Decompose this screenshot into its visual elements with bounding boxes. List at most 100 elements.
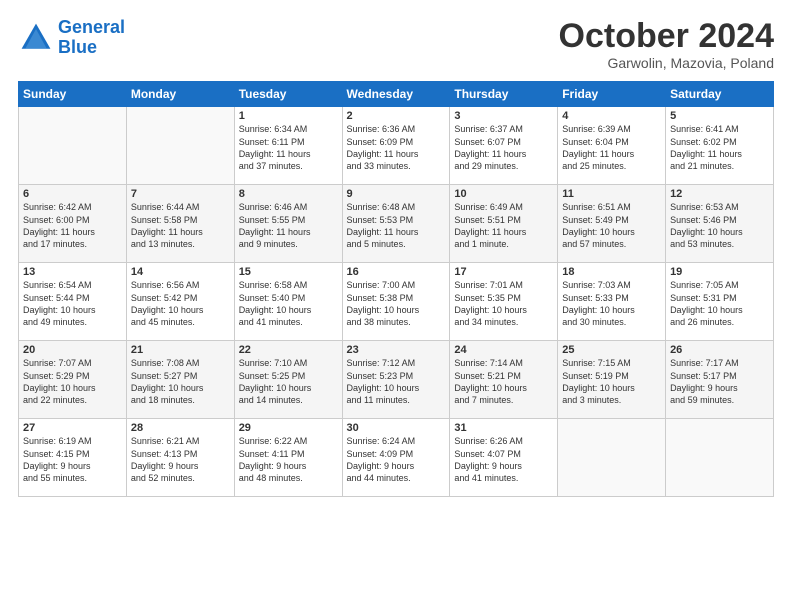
calendar-cell: 19Sunrise: 7:05 AM Sunset: 5:31 PM Dayli…	[666, 263, 774, 341]
weekday-header: Saturday	[666, 82, 774, 107]
calendar-week-row: 20Sunrise: 7:07 AM Sunset: 5:29 PM Dayli…	[19, 341, 774, 419]
logo-line2: Blue	[58, 37, 97, 57]
title-block: October 2024 Garwolin, Mazovia, Poland	[559, 18, 774, 71]
cell-content: Sunrise: 7:10 AM Sunset: 5:25 PM Dayligh…	[239, 357, 338, 406]
day-number: 24	[454, 344, 553, 356]
calendar-cell: 1Sunrise: 6:34 AM Sunset: 6:11 PM Daylig…	[234, 107, 342, 185]
calendar-cell: 9Sunrise: 6:48 AM Sunset: 5:53 PM Daylig…	[342, 185, 450, 263]
cell-content: Sunrise: 6:39 AM Sunset: 6:04 PM Dayligh…	[562, 123, 661, 172]
day-number: 15	[239, 266, 338, 278]
cell-content: Sunrise: 6:49 AM Sunset: 5:51 PM Dayligh…	[454, 201, 553, 250]
calendar-cell: 8Sunrise: 6:46 AM Sunset: 5:55 PM Daylig…	[234, 185, 342, 263]
logo: General Blue	[18, 18, 125, 58]
cell-content: Sunrise: 6:44 AM Sunset: 5:58 PM Dayligh…	[131, 201, 230, 250]
cell-content: Sunrise: 7:05 AM Sunset: 5:31 PM Dayligh…	[670, 279, 769, 328]
weekday-header: Friday	[558, 82, 666, 107]
calendar-cell: 26Sunrise: 7:17 AM Sunset: 5:17 PM Dayli…	[666, 341, 774, 419]
calendar-cell: 13Sunrise: 6:54 AM Sunset: 5:44 PM Dayli…	[19, 263, 127, 341]
day-number: 18	[562, 266, 661, 278]
weekday-header: Monday	[126, 82, 234, 107]
calendar-cell: 6Sunrise: 6:42 AM Sunset: 6:00 PM Daylig…	[19, 185, 127, 263]
day-number: 19	[670, 266, 769, 278]
day-number: 5	[670, 110, 769, 122]
cell-content: Sunrise: 6:22 AM Sunset: 4:11 PM Dayligh…	[239, 435, 338, 484]
day-number: 13	[23, 266, 122, 278]
calendar-cell: 3Sunrise: 6:37 AM Sunset: 6:07 PM Daylig…	[450, 107, 558, 185]
cell-content: Sunrise: 6:24 AM Sunset: 4:09 PM Dayligh…	[347, 435, 446, 484]
cell-content: Sunrise: 7:17 AM Sunset: 5:17 PM Dayligh…	[670, 357, 769, 406]
day-number: 3	[454, 110, 553, 122]
day-number: 20	[23, 344, 122, 356]
cell-content: Sunrise: 6:58 AM Sunset: 5:40 PM Dayligh…	[239, 279, 338, 328]
day-number: 17	[454, 266, 553, 278]
calendar-cell	[558, 419, 666, 497]
cell-content: Sunrise: 7:07 AM Sunset: 5:29 PM Dayligh…	[23, 357, 122, 406]
weekday-header: Sunday	[19, 82, 127, 107]
day-number: 26	[670, 344, 769, 356]
cell-content: Sunrise: 6:21 AM Sunset: 4:13 PM Dayligh…	[131, 435, 230, 484]
logo-text: General Blue	[58, 18, 125, 58]
calendar-cell: 2Sunrise: 6:36 AM Sunset: 6:09 PM Daylig…	[342, 107, 450, 185]
day-number: 2	[347, 110, 446, 122]
calendar-cell: 20Sunrise: 7:07 AM Sunset: 5:29 PM Dayli…	[19, 341, 127, 419]
cell-content: Sunrise: 6:53 AM Sunset: 5:46 PM Dayligh…	[670, 201, 769, 250]
weekday-header-row: SundayMondayTuesdayWednesdayThursdayFrid…	[19, 82, 774, 107]
calendar-week-row: 13Sunrise: 6:54 AM Sunset: 5:44 PM Dayli…	[19, 263, 774, 341]
calendar-cell	[19, 107, 127, 185]
calendar-week-row: 1Sunrise: 6:34 AM Sunset: 6:11 PM Daylig…	[19, 107, 774, 185]
cell-content: Sunrise: 7:08 AM Sunset: 5:27 PM Dayligh…	[131, 357, 230, 406]
day-number: 12	[670, 188, 769, 200]
day-number: 7	[131, 188, 230, 200]
cell-content: Sunrise: 6:56 AM Sunset: 5:42 PM Dayligh…	[131, 279, 230, 328]
cell-content: Sunrise: 6:37 AM Sunset: 6:07 PM Dayligh…	[454, 123, 553, 172]
day-number: 6	[23, 188, 122, 200]
cell-content: Sunrise: 7:03 AM Sunset: 5:33 PM Dayligh…	[562, 279, 661, 328]
cell-content: Sunrise: 7:14 AM Sunset: 5:21 PM Dayligh…	[454, 357, 553, 406]
calendar-cell: 30Sunrise: 6:24 AM Sunset: 4:09 PM Dayli…	[342, 419, 450, 497]
cell-content: Sunrise: 6:54 AM Sunset: 5:44 PM Dayligh…	[23, 279, 122, 328]
cell-content: Sunrise: 6:46 AM Sunset: 5:55 PM Dayligh…	[239, 201, 338, 250]
location-subtitle: Garwolin, Mazovia, Poland	[559, 55, 774, 71]
calendar-cell	[126, 107, 234, 185]
weekday-header: Wednesday	[342, 82, 450, 107]
calendar-cell: 27Sunrise: 6:19 AM Sunset: 4:15 PM Dayli…	[19, 419, 127, 497]
day-number: 8	[239, 188, 338, 200]
day-number: 21	[131, 344, 230, 356]
calendar-cell: 28Sunrise: 6:21 AM Sunset: 4:13 PM Dayli…	[126, 419, 234, 497]
cell-content: Sunrise: 7:15 AM Sunset: 5:19 PM Dayligh…	[562, 357, 661, 406]
day-number: 25	[562, 344, 661, 356]
day-number: 28	[131, 422, 230, 434]
logo-icon	[18, 20, 54, 56]
cell-content: Sunrise: 7:00 AM Sunset: 5:38 PM Dayligh…	[347, 279, 446, 328]
day-number: 11	[562, 188, 661, 200]
calendar-cell	[666, 419, 774, 497]
cell-content: Sunrise: 6:41 AM Sunset: 6:02 PM Dayligh…	[670, 123, 769, 172]
logo-line1: General	[58, 17, 125, 37]
calendar-cell: 4Sunrise: 6:39 AM Sunset: 6:04 PM Daylig…	[558, 107, 666, 185]
calendar-cell: 24Sunrise: 7:14 AM Sunset: 5:21 PM Dayli…	[450, 341, 558, 419]
weekday-header: Thursday	[450, 82, 558, 107]
month-title: October 2024	[559, 18, 774, 55]
page: General Blue October 2024 Garwolin, Mazo…	[0, 0, 792, 507]
header: General Blue October 2024 Garwolin, Mazo…	[18, 18, 774, 71]
cell-content: Sunrise: 6:34 AM Sunset: 6:11 PM Dayligh…	[239, 123, 338, 172]
cell-content: Sunrise: 6:26 AM Sunset: 4:07 PM Dayligh…	[454, 435, 553, 484]
day-number: 16	[347, 266, 446, 278]
calendar-cell: 25Sunrise: 7:15 AM Sunset: 5:19 PM Dayli…	[558, 341, 666, 419]
day-number: 29	[239, 422, 338, 434]
calendar-cell: 18Sunrise: 7:03 AM Sunset: 5:33 PM Dayli…	[558, 263, 666, 341]
day-number: 31	[454, 422, 553, 434]
day-number: 27	[23, 422, 122, 434]
day-number: 14	[131, 266, 230, 278]
day-number: 30	[347, 422, 446, 434]
calendar-week-row: 27Sunrise: 6:19 AM Sunset: 4:15 PM Dayli…	[19, 419, 774, 497]
calendar-cell: 11Sunrise: 6:51 AM Sunset: 5:49 PM Dayli…	[558, 185, 666, 263]
calendar-cell: 21Sunrise: 7:08 AM Sunset: 5:27 PM Dayli…	[126, 341, 234, 419]
cell-content: Sunrise: 6:42 AM Sunset: 6:00 PM Dayligh…	[23, 201, 122, 250]
day-number: 9	[347, 188, 446, 200]
calendar-cell: 31Sunrise: 6:26 AM Sunset: 4:07 PM Dayli…	[450, 419, 558, 497]
calendar-cell: 5Sunrise: 6:41 AM Sunset: 6:02 PM Daylig…	[666, 107, 774, 185]
cell-content: Sunrise: 6:19 AM Sunset: 4:15 PM Dayligh…	[23, 435, 122, 484]
calendar-cell: 12Sunrise: 6:53 AM Sunset: 5:46 PM Dayli…	[666, 185, 774, 263]
calendar-cell: 14Sunrise: 6:56 AM Sunset: 5:42 PM Dayli…	[126, 263, 234, 341]
